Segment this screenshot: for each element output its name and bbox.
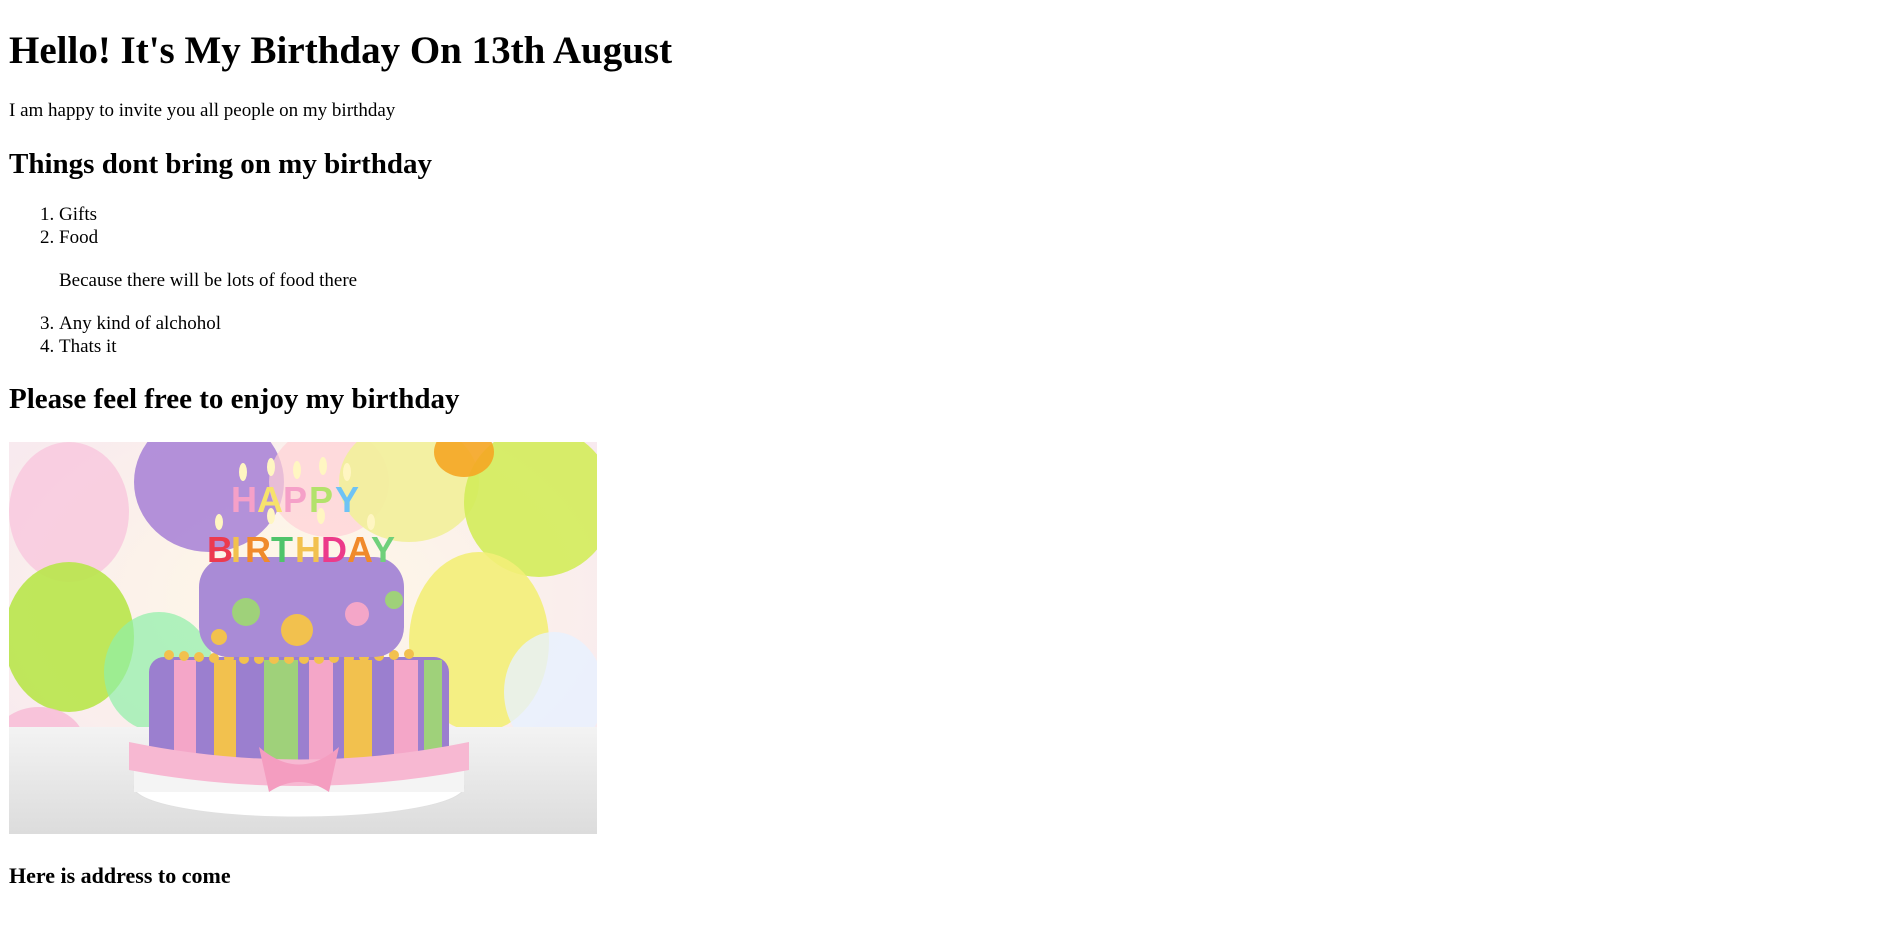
list-item-label: Food: [59, 227, 99, 248]
candle-letter: I: [231, 529, 241, 570]
intro-text: I am happy to invite you all people on m…: [9, 100, 396, 121]
things-heading: Things dont bring on my birthday: [9, 148, 433, 180]
list-item-label: Gifts: [59, 204, 97, 225]
list-item: Gifts: [59, 203, 1888, 226]
birthday-cake-image: H A P P Y B I R T H D A Y: [9, 442, 597, 834]
list-item: Food Because there will be lots of food …: [59, 226, 1888, 292]
candle-letter: D: [321, 529, 347, 570]
list-item-note: Because there will be lots of food there: [59, 270, 358, 291]
list-item: Thats it: [59, 335, 1888, 358]
page-title: Hello! It's My Birthday On 13th August: [9, 29, 673, 72]
candle-letter: T: [271, 529, 293, 570]
list-item-label: Thats it: [59, 336, 117, 357]
list-item-label: Any kind of alchohol: [59, 313, 222, 334]
list-item: Any kind of alchohol: [59, 312, 1888, 335]
candle-letter: Y: [335, 479, 359, 520]
candle-letter: B: [207, 529, 233, 570]
dont-bring-list: Gifts Food Because there will be lots of…: [9, 203, 1888, 358]
candle-letter: Y: [371, 529, 395, 570]
page: Hello! It's My Birthday On 13th August I…: [0, 25, 1897, 890]
candle-letter: H: [295, 529, 321, 570]
enjoy-heading: Please feel free to enjoy my birthday: [9, 383, 460, 415]
candle-letter: H: [231, 479, 257, 520]
address-heading: Here is address to come: [9, 863, 231, 888]
candle-letter: R: [245, 529, 271, 570]
candle-letter: A: [347, 529, 373, 570]
candle-letter: P: [283, 479, 307, 520]
